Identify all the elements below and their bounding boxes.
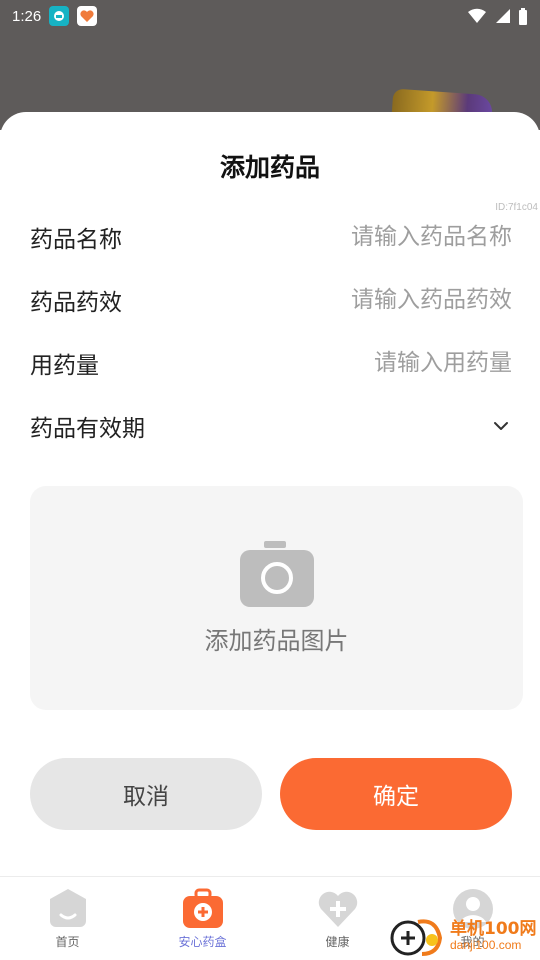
tab-home[interactable]: 首页 — [0, 877, 135, 960]
site-logo-icon — [390, 919, 443, 956]
home-icon — [46, 887, 90, 931]
add-medicine-sheet: 添加药品 ID:7f1c04 药品名称 药品药效 用药量 药品有效期 添加药品图… — [0, 112, 540, 960]
app-notification-icon — [49, 6, 70, 26]
medicine-effect-row: 药品药效 — [30, 280, 512, 320]
cancel-button[interactable]: 取消 — [30, 758, 262, 830]
tab-home-label: 首页 — [55, 935, 80, 949]
status-indicators — [468, 7, 528, 25]
medicine-name-input[interactable] — [252, 224, 512, 250]
site-name: 单机100网 — [450, 918, 537, 939]
add-photo-label: 添加药品图片 — [204, 626, 349, 655]
medicine-effect-label: 药品药效 — [30, 290, 122, 316]
health-app-notification-icon — [77, 6, 98, 26]
tab-medicine-box-label: 安心药盒 — [178, 935, 227, 949]
site-watermark: 单机100网 danji100.com — [388, 912, 540, 960]
medicine-name-label: 药品名称 — [30, 227, 122, 253]
dosage-row: 用药量 — [30, 343, 512, 383]
medicine-name-row: 药品名称 — [30, 217, 512, 257]
dosage-label: 用药量 — [30, 353, 99, 379]
tab-health-label: 健康 — [325, 935, 350, 949]
tab-medicine-box[interactable]: 安心药盒 — [135, 877, 270, 960]
site-url: danji100.com — [450, 937, 522, 952]
sheet-title: 添加药品 — [219, 153, 320, 182]
status-bar: 1:26 — [0, 0, 540, 32]
dosage-input[interactable] — [252, 350, 512, 376]
site-watermark-text: 单机100网 danji100.com — [450, 918, 537, 952]
debug-id-label: ID:7f1c04 — [495, 202, 538, 213]
signal-icon — [496, 9, 510, 23]
expiry-date-select[interactable]: 药品有效期 — [30, 406, 512, 446]
expiry-date-label: 药品有效期 — [30, 416, 145, 442]
status-time: 1:26 — [12, 7, 42, 25]
tab-health[interactable]: 健康 — [270, 877, 405, 960]
medicine-effect-input[interactable] — [252, 287, 512, 313]
battery-icon — [519, 7, 527, 25]
wifi-icon — [468, 8, 486, 23]
camera-icon — [239, 540, 314, 607]
add-photo-area[interactable]: 添加药品图片 — [30, 486, 523, 710]
medicine-box-icon — [181, 887, 225, 931]
chevron-down-icon[interactable] — [490, 415, 512, 437]
confirm-button[interactable]: 确定 — [280, 758, 512, 830]
heart-plus-icon — [316, 887, 360, 931]
